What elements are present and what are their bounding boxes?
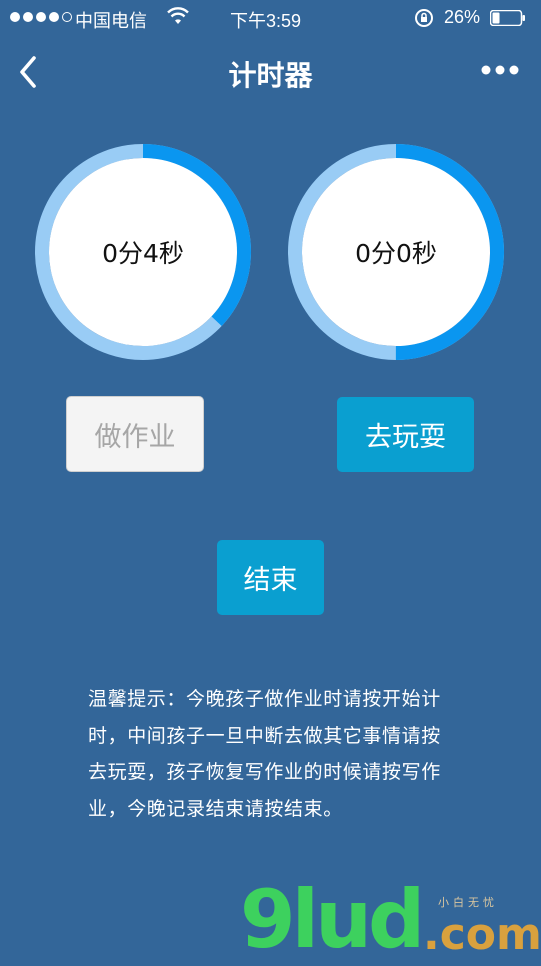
page-title: 计时器 (228, 60, 313, 91)
rotation-lock-icon (415, 9, 433, 27)
signal-strength-icon (10, 12, 72, 22)
more-dots-icon[interactable] (480, 62, 520, 78)
nav-header: 计时器 (0, 36, 541, 108)
homework-timer-text: 0分4秒 (102, 239, 184, 268)
status-time: 下午3:59 (230, 11, 302, 31)
play-timer-text: 0分0秒 (355, 239, 437, 268)
watermark-suffix: .com (423, 909, 541, 960)
watermark-logo: 9lud 小白无忧 .com (240, 873, 541, 966)
battery-percent: 26% (444, 7, 481, 27)
tip-text: 温馨提示：今晚孩子做作业时请按开始计时，中间孩子一旦中断去做其它事情请按去玩耍，… (88, 689, 441, 820)
battery-icon (490, 10, 525, 26)
wifi-icon (167, 7, 189, 24)
play-timer: 0分0秒 (287, 143, 505, 361)
end-button[interactable]: 结束 (217, 540, 324, 615)
status-bar: 中国电信 下午3:59 26% (0, 0, 541, 36)
play-button[interactable]: 去玩耍 (337, 397, 474, 472)
carrier-label: 中国电信 (75, 11, 147, 31)
watermark-small: 小白无忧 (438, 897, 498, 909)
homework-button[interactable]: 做作业 (66, 396, 204, 472)
watermark-main: 9lud (240, 873, 425, 966)
homework-timer: 0分4秒 (34, 143, 252, 361)
